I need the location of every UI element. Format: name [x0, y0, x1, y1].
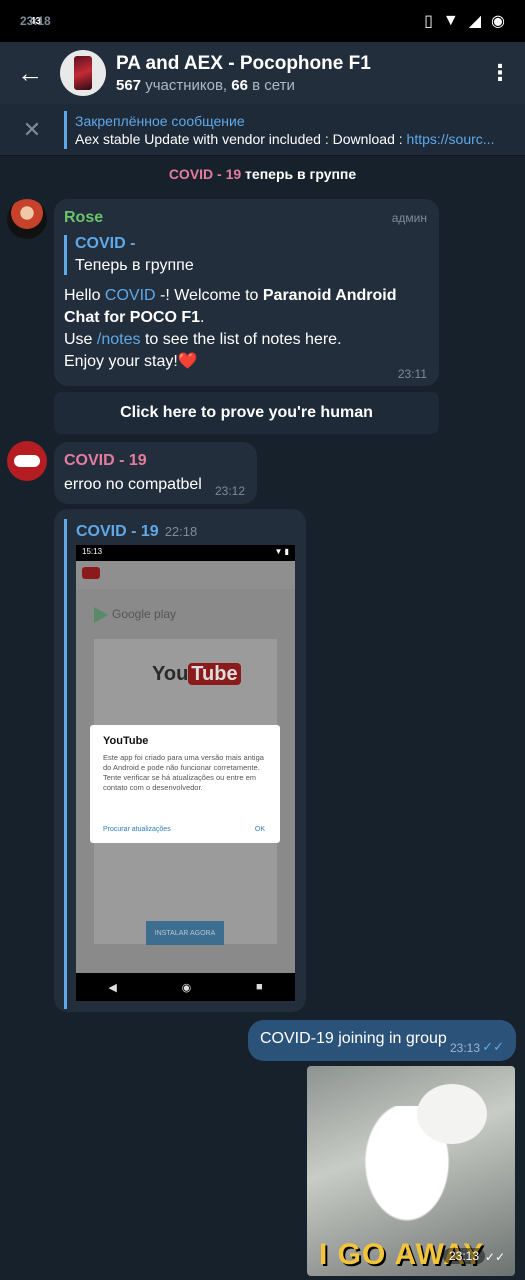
pinned-link[interactable]: https://sourc... — [407, 131, 495, 147]
forward-header: COVID - 19 22:18 — [76, 523, 198, 540]
pinned-text: Aex stable Update with vendor included :… — [75, 130, 495, 147]
close-icon[interactable]: ✕ — [0, 117, 64, 143]
forward-bar — [64, 519, 67, 1009]
google-play-logo: Google play — [94, 607, 176, 623]
outgoing-message[interactable]: COVID-19 joining in group 23:13 ✓✓ — [248, 1020, 516, 1061]
message-time: 23:13 — [442, 1248, 485, 1264]
status-icons: ▯ ▼ ◢ ◉ — [424, 11, 505, 31]
chat-subtitle: 567 участников, 66 в сети — [116, 76, 295, 94]
android-nav-bar: ◀ ◉ ■ — [76, 973, 295, 1001]
message-bubble-covid[interactable]: COVID - 19 erroo no compatbel 23:12 — [54, 442, 257, 504]
message-text: COVID-19 joining in group — [260, 1030, 447, 1047]
chat-title-block[interactable]: PA and AEX - Pocophone F1 567 участников… — [116, 53, 371, 94]
read-checkmarks-icon: ✓✓ — [484, 1250, 505, 1264]
incompat-dialog: YouTube Este app foi criado para uma ver… — [90, 725, 280, 843]
covid-avatar[interactable] — [7, 441, 47, 481]
sender-name[interactable]: COVID - 19 — [64, 452, 247, 470]
sticker-message[interactable]: I GO AWAY 23:13 ✓✓ — [307, 1066, 515, 1276]
wifi-icon: ▼ — [442, 12, 459, 29]
prove-human-button[interactable]: Click here to prove you're human — [54, 392, 439, 434]
vibrate-icon: ▯ — [424, 13, 433, 30]
group-avatar[interactable] — [60, 50, 106, 96]
command-link[interactable]: /notes — [97, 331, 141, 348]
pinned-bar — [64, 110, 67, 149]
user-mention[interactable]: COVID — [105, 287, 156, 304]
chat-title: PA and AEX - Pocophone F1 — [116, 52, 371, 74]
rose-avatar[interactable] — [7, 199, 47, 239]
message-bubble-rose[interactable]: Rose админ COVID - Теперь в группе Hello… — [54, 199, 439, 386]
chat-header: ← PA and AEX - Pocophone F1 567 участник… — [0, 42, 525, 104]
heart-emoji: ❤️ — [177, 353, 198, 370]
signal-icon: ◢ — [468, 13, 482, 30]
clock: 23:18 — [20, 14, 51, 28]
service-message: COVID - 19 теперь в группе — [168, 166, 357, 182]
message-time: 23:11 — [397, 367, 427, 381]
admin-badge: админ — [391, 211, 427, 225]
more-vert-icon[interactable]: ⋮ — [475, 60, 525, 86]
battery-icon: ◉ — [491, 13, 505, 30]
back-arrow-icon[interactable]: ← — [0, 58, 60, 89]
message-text: Hello COVID -! Welcome to Paranoid Andro… — [64, 287, 397, 370]
pinned-label: Закреплённое сообщение — [75, 112, 245, 129]
install-button: INSTALAR AGORA — [146, 921, 224, 945]
message-time: 23:12 — [214, 484, 245, 498]
read-checkmarks-icon: ✓✓ — [482, 1039, 504, 1054]
youtube-logo: You Tube — [152, 663, 241, 686]
pinned-message[interactable]: ✕ Закреплённое сообщение Aex stable Upda… — [0, 104, 525, 156]
screenshot-photo[interactable]: 15:13 ▼ ▮ Google play You Tube INSTALAR AG… — [76, 545, 295, 1001]
youtube-icon — [82, 567, 100, 579]
reply-preview[interactable]: COVID - Теперь в группе — [64, 235, 429, 275]
sender-name[interactable]: Rose — [64, 209, 429, 227]
status-bar: 23:18 43 ▯ ▼ ◢ ◉ — [0, 0, 525, 42]
message-time: 23:13 — [449, 1041, 480, 1055]
